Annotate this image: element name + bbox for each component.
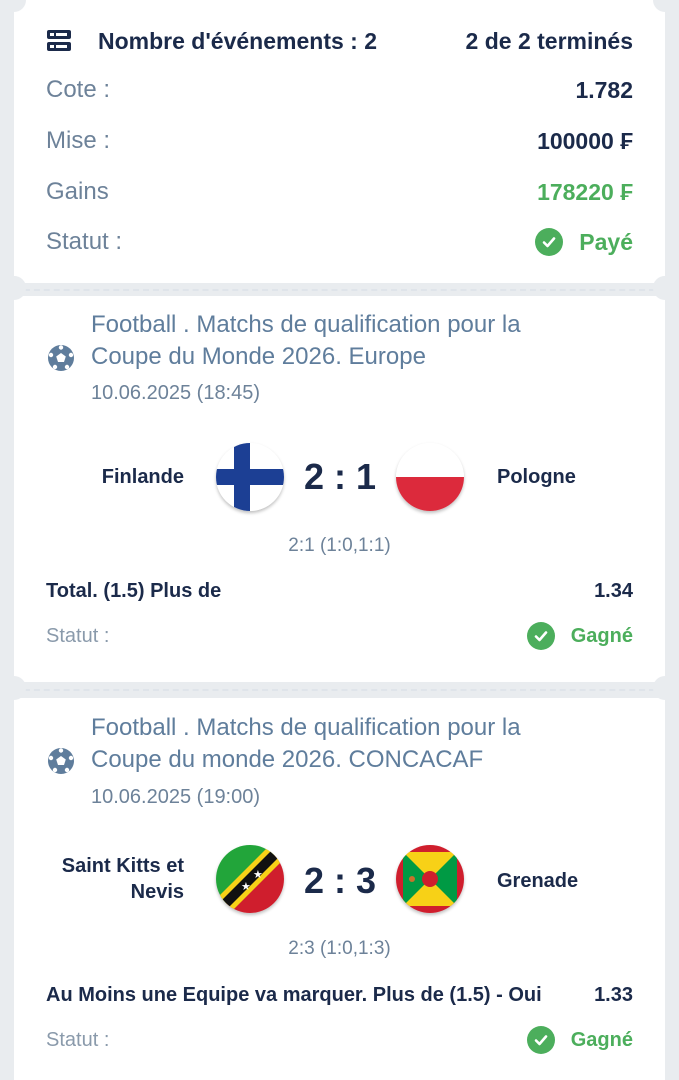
- odds-value: 1.782: [575, 76, 633, 103]
- ticket-notch: [2, 276, 26, 300]
- event-card: Football . Matchs de qualification pour …: [2, 676, 677, 1080]
- ticket-notch: [653, 676, 677, 700]
- event-date: 10.06.2025 (19:00): [91, 786, 261, 808]
- event-date: 10.06.2025 (18:45): [91, 382, 261, 404]
- market-row: Au Moins une Equipe va marquer. Plus de …: [46, 984, 633, 1007]
- stake-row: Mise : 100000 ₣: [46, 127, 633, 155]
- status-value: Payé: [579, 228, 633, 255]
- event-title: Football . Matchs de qualification pour …: [91, 712, 625, 776]
- score: 2 : 1: [303, 456, 377, 497]
- winnings-label: Gains: [46, 178, 109, 205]
- status-badge: Gagné: [526, 622, 633, 650]
- event-status-row: Statut : Gagné: [46, 622, 633, 650]
- check-icon: [526, 1026, 555, 1054]
- check-icon: [526, 622, 555, 650]
- football-icon: [48, 345, 74, 371]
- event-title-line: Coupe du monde 2026. CONCACAF: [91, 746, 484, 773]
- status-label: Statut :: [46, 228, 123, 255]
- status-value: Gagné: [570, 1028, 633, 1051]
- event-card: Football . Matchs de qualification pour …: [2, 276, 677, 682]
- market-odds: 1.33: [594, 984, 633, 1006]
- home-team: Finlande: [101, 466, 184, 488]
- flag-saint-kitts-nevis-icon: ★ ★: [216, 845, 284, 913]
- winnings-row: Gains 178220 ₣: [46, 178, 633, 206]
- status-badge: Payé: [535, 228, 633, 256]
- stake-label: Mise :: [46, 127, 111, 154]
- away-team: Grenade: [497, 870, 579, 892]
- events-count: Nombre d'événements : 2: [98, 27, 377, 54]
- check-icon: [535, 228, 564, 256]
- ticket-notch: [2, 0, 26, 12]
- status-row: Statut : Payé: [46, 228, 633, 256]
- ticket-notch: [653, 276, 677, 300]
- market-odds: 1.34: [594, 580, 633, 602]
- svg-text:★: ★: [241, 880, 251, 893]
- winnings-value: 178220 ₣: [537, 178, 633, 205]
- home-team: Saint Kitts et Nevis: [34, 853, 184, 905]
- odds-row: Cote : 1.782: [46, 76, 633, 104]
- football-icon: [48, 748, 74, 774]
- svg-text:★: ★: [253, 868, 263, 881]
- divider: [14, 689, 665, 691]
- home-team-line: Saint Kitts et: [61, 855, 184, 877]
- home-team-line: Nevis: [130, 881, 184, 903]
- completed-count: 2 de 2 terminés: [465, 27, 633, 54]
- ticket-notch: [2, 676, 26, 700]
- status-label: Statut :: [46, 1028, 110, 1051]
- status-value: Gagné: [570, 624, 633, 647]
- event-title-line: Coupe du Monde 2026. Europe: [91, 343, 426, 370]
- flag-poland-icon: [396, 443, 464, 511]
- score: 2 : 3: [303, 860, 377, 901]
- ticket-notch: [653, 0, 677, 12]
- divider: [14, 289, 665, 291]
- flag-grenada-icon: [396, 845, 464, 913]
- odds-label: Cote :: [46, 76, 111, 103]
- market-row: Total. (1.5) Plus de 1.34: [46, 580, 633, 603]
- status-label: Statut :: [46, 624, 110, 647]
- flag-finland-icon: [216, 443, 284, 511]
- away-team: Pologne: [497, 466, 576, 488]
- list-icon: [47, 30, 71, 51]
- event-status-row: Statut : Gagné: [46, 1026, 633, 1054]
- event-title: Football . Matchs de qualification pour …: [91, 309, 625, 373]
- bet-summary-card: Nombre d'événements : 2 2 de 2 terminés …: [2, 0, 677, 300]
- score-detail: 2:1 (1:0,1:1): [288, 535, 391, 556]
- stake-value: 100000 ₣: [537, 127, 633, 154]
- market-name: Total. (1.5) Plus de: [46, 580, 222, 602]
- market-name: Au Moins une Equipe va marquer. Plus de …: [46, 984, 542, 1006]
- status-badge: Gagné: [526, 1026, 633, 1054]
- score-detail: 2:3 (1:0,1:3): [288, 938, 391, 959]
- event-title-line: Football . Matchs de qualification pour …: [91, 311, 521, 338]
- event-title-line: Football . Matchs de qualification pour …: [91, 714, 521, 741]
